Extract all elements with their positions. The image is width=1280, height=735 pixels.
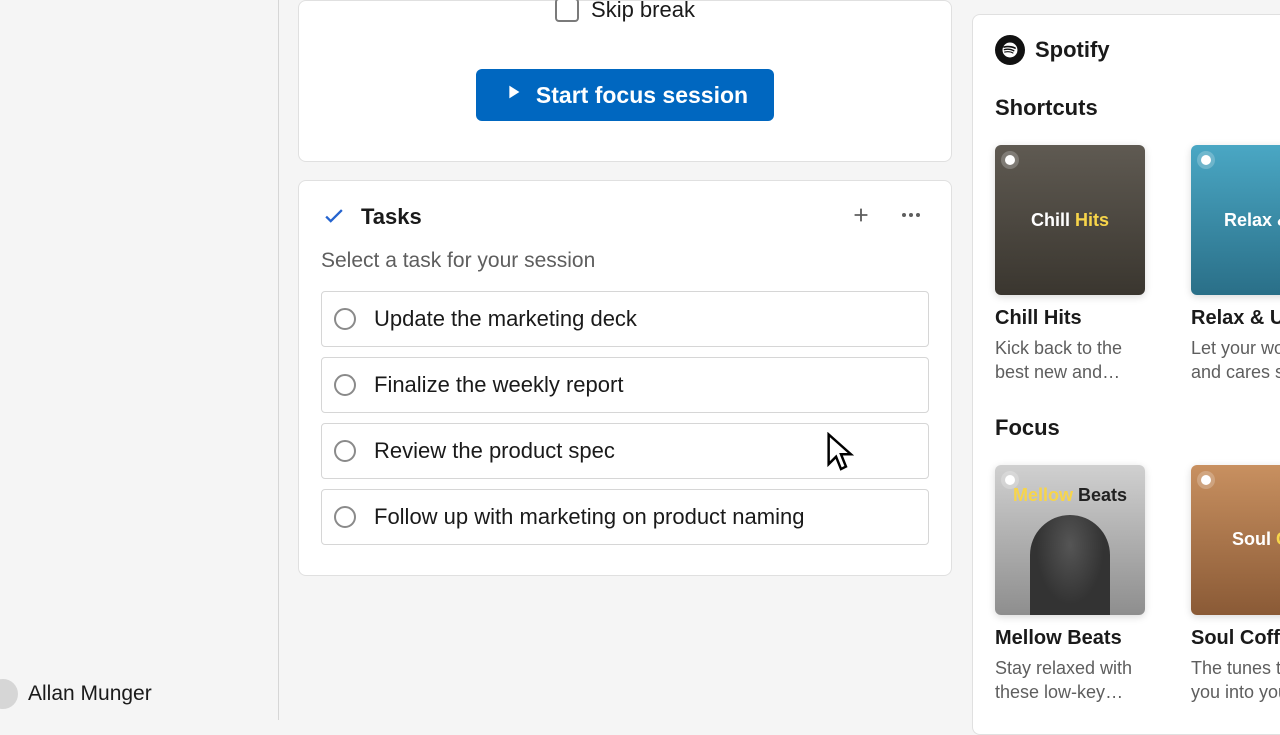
spotify-badge-icon: [1197, 151, 1215, 169]
playlist-cover: Relax & U: [1191, 145, 1280, 295]
tasks-card: Tasks Select a task for your session Upd…: [298, 180, 952, 576]
skip-break-label: Skip break: [591, 0, 695, 23]
task-item[interactable]: Update the marketing deck: [321, 291, 929, 347]
section-title-shortcuts: Shortcuts: [995, 95, 1280, 121]
avatar: [0, 679, 18, 709]
playlist-card[interactable]: Chill Hits Chill Hits Kick back to the b…: [995, 145, 1151, 385]
spotify-icon: [995, 35, 1025, 65]
skip-break-checkbox[interactable]: [555, 0, 579, 22]
playlist-row: Mellow Beats Mellow Beats Stay relaxed w…: [995, 465, 1280, 705]
task-label: Update the marketing deck: [374, 306, 637, 332]
section-title-focus: Focus: [995, 415, 1280, 441]
task-radio[interactable]: [334, 308, 356, 330]
playlist-title: Soul Coffee: [1191, 627, 1280, 650]
tasks-more-button[interactable]: [893, 199, 929, 235]
cover-label: Relax & U: [1224, 210, 1280, 231]
playlist-card[interactable]: Soul Co Soul Coffee The tunes to ease yo…: [1191, 465, 1280, 705]
play-icon: [502, 81, 524, 109]
playlist-row: Chill Hits Chill Hits Kick back to the b…: [995, 145, 1280, 385]
add-task-button[interactable]: [843, 199, 879, 235]
task-label: Follow up with marketing on product nami…: [374, 504, 804, 530]
task-item[interactable]: Finalize the weekly report: [321, 357, 929, 413]
playlist-card[interactable]: Mellow Beats Mellow Beats Stay relaxed w…: [995, 465, 1151, 705]
more-horizontal-icon: [899, 203, 923, 232]
todo-check-icon: [321, 202, 347, 233]
spotify-badge-icon: [1197, 471, 1215, 489]
plus-icon: [850, 204, 872, 231]
user-row[interactable]: Allan Munger: [0, 668, 152, 720]
spotify-card: Spotify Shortcuts Chill Hits Chill Hits …: [972, 14, 1280, 735]
playlist-title: Mellow Beats: [995, 627, 1151, 650]
playlist-cover: Chill Hits: [995, 145, 1145, 295]
task-item[interactable]: Follow up with marketing on product nami…: [321, 489, 929, 545]
playlist-title: Relax & Unwind: [1191, 307, 1280, 330]
spotify-header: Spotify: [995, 35, 1280, 65]
cover-label: Mellow Beats: [1013, 485, 1127, 506]
playlist-cover: Mellow Beats: [995, 465, 1145, 615]
task-item[interactable]: Review the product spec: [321, 423, 929, 479]
main-column: Skip break Start focus session Tasks: [278, 0, 972, 720]
spotify-brand: Spotify: [1035, 37, 1110, 63]
playlist-desc: Let your worries and cares slip away...: [1191, 336, 1280, 385]
playlist-title: Chill Hits: [995, 307, 1151, 330]
cover-label: Soul Co: [1232, 529, 1280, 550]
tasks-header: Tasks: [321, 199, 929, 235]
playlist-desc: Kick back to the best new and rece...: [995, 336, 1151, 385]
spotify-panel: Spotify Shortcuts Chill Hits Chill Hits …: [972, 0, 1280, 720]
task-label: Review the product spec: [374, 438, 615, 464]
playlist-desc: The tunes to ease you into your...: [1191, 656, 1280, 705]
cover-label: Chill Hits: [1031, 210, 1109, 231]
start-focus-session-button[interactable]: Start focus session: [476, 69, 774, 121]
playlist-card[interactable]: Relax & U Relax & Unwind Let your worrie…: [1191, 145, 1280, 385]
user-name: Allan Munger: [28, 682, 152, 706]
task-radio[interactable]: [334, 374, 356, 396]
spotify-badge-icon: [1001, 151, 1019, 169]
tasks-title: Tasks: [361, 204, 829, 230]
focus-card: Skip break Start focus session: [298, 0, 952, 162]
skip-break-row: Skip break: [299, 0, 951, 23]
playlist-desc: Stay relaxed with these low-key beat...: [995, 656, 1151, 705]
start-button-label: Start focus session: [536, 82, 748, 109]
task-radio[interactable]: [334, 506, 356, 528]
task-label: Finalize the weekly report: [374, 372, 623, 398]
task-list: Update the marketing deck Finalize the w…: [321, 291, 929, 545]
playlist-cover: Soul Co: [1191, 465, 1280, 615]
tasks-subtitle: Select a task for your session: [321, 249, 929, 273]
task-radio[interactable]: [334, 440, 356, 462]
